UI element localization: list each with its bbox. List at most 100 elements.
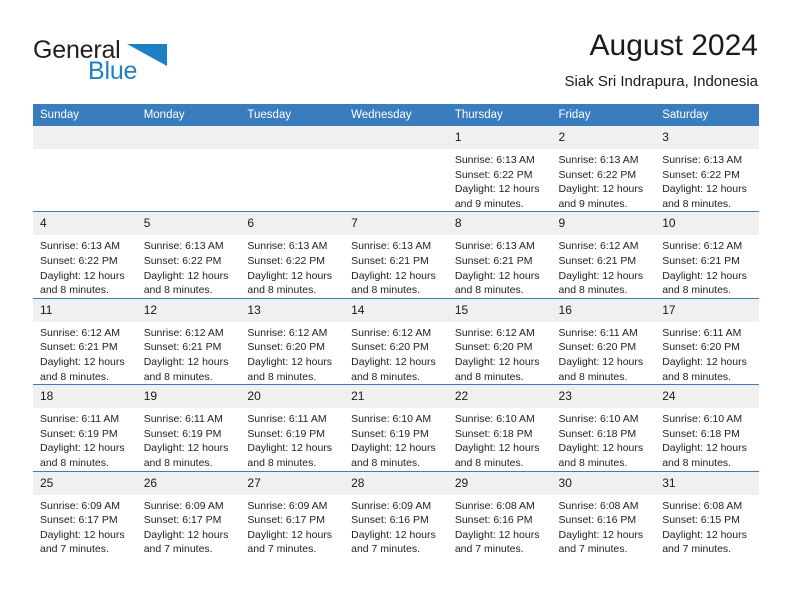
- day-details: Sunrise: 6:12 AM Sunset: 6:21 PM Daylight:…: [552, 235, 656, 297]
- day-detail-line: Sunrise: 6:08 AM: [454, 499, 535, 512]
- day-detail-line: Sunrise: 6:12 AM: [662, 240, 743, 253]
- day-detail-line: and 7 minutes.: [662, 543, 732, 556]
- day-details: Sunrise: 6:11 AM Sunset: 6:20 PM Daylight:…: [552, 322, 656, 384]
- day-detail-line: Daylight: 12 hours: [454, 528, 540, 541]
- day-details: Sunrise: 6:13 AM Sunset: 6:22 PM Daylight:…: [137, 235, 241, 297]
- calendar-day-cell[interactable]: 2 Sunrise: 6:13 AM Sunset: 6:22 PM Daylight…: [551, 126, 656, 212]
- day-number: [344, 126, 448, 149]
- calendar-day-cell[interactable]: 29 Sunrise: 6:08 AM Sunset: 6:16 PM Dayligh…: [447, 470, 552, 557]
- calendar-day-cell[interactable]: 20 Sunrise: 6:11 AM Sunset: 6:19 PM Dayligh…: [240, 384, 345, 471]
- day-details: Sunrise: 6:10 AM Sunset: 6:18 PM Daylight:…: [552, 408, 656, 470]
- calendar-day-cell[interactable]: 3 Sunrise: 6:13 AM Sunset: 6:22 PM Daylight…: [655, 126, 759, 212]
- weekday-header-sunday: Sunday: [33, 104, 137, 126]
- calendar-day-cell[interactable]: 26 Sunrise: 6:09 AM Sunset: 6:17 PM Dayligh…: [136, 470, 241, 557]
- calendar-day-cell[interactable]: 15 Sunrise: 6:12 AM Sunset: 6:20 PM Dayligh…: [447, 297, 552, 385]
- calendar-day-cell[interactable]: 8 Sunrise: 6:13 AM Sunset: 6:21 PM Daylight…: [447, 211, 552, 299]
- day-details: Sunrise: 6:09 AM Sunset: 6:17 PM Daylight:…: [240, 495, 344, 557]
- day-detail-line: Sunset: 6:19 PM: [40, 427, 118, 440]
- day-detail-line: Sunrise: 6:11 AM: [247, 413, 327, 426]
- day-detail-line: and 8 minutes.: [351, 456, 420, 469]
- day-number: 6: [240, 212, 345, 236]
- day-detail-line: and 7 minutes.: [454, 543, 524, 556]
- day-detail-line: and 7 minutes.: [351, 543, 420, 556]
- day-number: 30: [551, 471, 656, 495]
- day-details: Sunrise: 6:11 AM Sunset: 6:19 PM Daylight:…: [33, 408, 137, 470]
- title-block: August 2024 Siak Sri Indrapura, Indonesi…: [565, 28, 758, 91]
- day-detail-line: Sunrise: 6:13 AM: [247, 240, 328, 253]
- calendar-day-cell[interactable]: 14 Sunrise: 6:12 AM Sunset: 6:20 PM Dayligh…: [344, 297, 448, 385]
- day-detail-line: Sunrise: 6:08 AM: [558, 499, 639, 512]
- day-details: [137, 149, 241, 153]
- calendar-day-cell[interactable]: 6 Sunrise: 6:13 AM Sunset: 6:22 PM Daylight…: [240, 211, 345, 299]
- calendar-day-cell[interactable]: 11 Sunrise: 6:12 AM Sunset: 6:21 PM Dayligh…: [33, 297, 137, 385]
- calendar-day-cell[interactable]: 18 Sunrise: 6:11 AM Sunset: 6:19 PM Dayligh…: [33, 384, 137, 471]
- calendar-day-cell[interactable]: 13 Sunrise: 6:12 AM Sunset: 6:20 PM Dayligh…: [240, 297, 345, 385]
- weekday-header-wednesday: Wednesday: [344, 104, 448, 126]
- day-detail-line: Sunset: 6:16 PM: [351, 514, 429, 527]
- day-detail-line: Daylight: 12 hours: [351, 355, 436, 368]
- day-number: 17: [655, 298, 759, 322]
- day-detail-line: and 7 minutes.: [247, 543, 317, 556]
- day-detail-line: Daylight: 12 hours: [558, 442, 644, 455]
- day-number: 29: [447, 471, 552, 495]
- day-detail-line: Sunrise: 6:13 AM: [558, 154, 639, 166]
- calendar-day-cell[interactable]: 19 Sunrise: 6:11 AM Sunset: 6:19 PM Dayligh…: [136, 384, 241, 471]
- calendar-day-cell[interactable]: 4 Sunrise: 6:13 AM Sunset: 6:22 PM Daylight…: [33, 211, 137, 299]
- day-details: [33, 149, 137, 153]
- day-number: 27: [240, 471, 345, 495]
- day-detail-line: Daylight: 12 hours: [247, 269, 333, 282]
- weekday-header-monday: Monday: [136, 104, 241, 126]
- day-details: Sunrise: 6:10 AM Sunset: 6:18 PM Daylight:…: [448, 408, 552, 470]
- general-blue-logo[interactable]: General Blue: [33, 36, 213, 92]
- calendar-day-cell[interactable]: 27 Sunrise: 6:09 AM Sunset: 6:17 PM Dayligh…: [240, 470, 345, 557]
- day-detail-line: Daylight: 12 hours: [40, 269, 125, 282]
- day-detail-line: Daylight: 12 hours: [143, 269, 229, 282]
- day-detail-line: Sunrise: 6:10 AM: [454, 413, 535, 426]
- day-number: 24: [655, 385, 759, 409]
- calendar-day-cell[interactable]: 22 Sunrise: 6:10 AM Sunset: 6:18 PM Dayligh…: [447, 384, 552, 471]
- day-detail-line: Sunrise: 6:13 AM: [454, 240, 535, 253]
- day-detail-line: Sunrise: 6:09 AM: [40, 499, 120, 512]
- calendar-day-cell[interactable]: 7 Sunrise: 6:13 AM Sunset: 6:21 PM Daylight…: [344, 211, 448, 299]
- day-number: 3: [655, 126, 759, 149]
- calendar-day-cell[interactable]: 23 Sunrise: 6:10 AM Sunset: 6:18 PM Dayligh…: [551, 384, 656, 471]
- day-number: 31: [655, 471, 759, 495]
- calendar-week-row: 18 Sunrise: 6:11 AM Sunset: 6:19 PM Dayligh…: [33, 384, 759, 471]
- day-detail-line: Sunrise: 6:13 AM: [143, 240, 224, 253]
- day-detail-line: Sunset: 6:20 PM: [351, 341, 429, 354]
- calendar-day-cell[interactable]: 24 Sunrise: 6:10 AM Sunset: 6:18 PM Dayligh…: [655, 384, 759, 471]
- calendar-day-cell[interactable]: 10 Sunrise: 6:12 AM Sunset: 6:21 PM Dayligh…: [655, 211, 759, 299]
- calendar-day-cell[interactable]: 21 Sunrise: 6:10 AM Sunset: 6:19 PM Dayligh…: [344, 384, 448, 471]
- day-detail-line: and 7 minutes.: [558, 543, 628, 556]
- day-details: Sunrise: 6:08 AM Sunset: 6:16 PM Daylight:…: [448, 495, 552, 557]
- day-details: [344, 149, 448, 153]
- day-details: Sunrise: 6:09 AM Sunset: 6:17 PM Daylight:…: [137, 495, 241, 557]
- calendar-day-cell[interactable]: 5 Sunrise: 6:13 AM Sunset: 6:22 PM Daylight…: [136, 211, 241, 299]
- day-detail-line: Sunset: 6:19 PM: [143, 427, 222, 440]
- calendar-day-cell[interactable]: 25 Sunrise: 6:09 AM Sunset: 6:17 PM Dayligh…: [33, 470, 137, 557]
- calendar-day-cell[interactable]: 9 Sunrise: 6:12 AM Sunset: 6:21 PM Daylight…: [551, 211, 656, 299]
- day-number: 22: [447, 385, 552, 409]
- day-number: 23: [551, 385, 656, 409]
- day-detail-line: Daylight: 12 hours: [143, 355, 229, 368]
- calendar-day-cell[interactable]: 1 Sunrise: 6:13 AM Sunset: 6:22 PM Daylight…: [447, 126, 552, 212]
- day-detail-line: Sunrise: 6:12 AM: [247, 326, 328, 339]
- day-details: Sunrise: 6:12 AM Sunset: 6:21 PM Daylight:…: [655, 235, 759, 297]
- calendar-day-cell[interactable]: 12 Sunrise: 6:12 AM Sunset: 6:21 PM Dayligh…: [136, 297, 241, 385]
- calendar-day-cell[interactable]: 28 Sunrise: 6:09 AM Sunset: 6:16 PM Dayligh…: [344, 470, 448, 557]
- day-detail-line: and 8 minutes.: [662, 197, 732, 210]
- day-detail-line: Daylight: 12 hours: [351, 528, 436, 541]
- day-detail-line: Sunset: 6:22 PM: [454, 168, 533, 181]
- page-title: August 2024: [589, 29, 758, 62]
- day-number: 13: [240, 298, 345, 322]
- calendar-body: 1 Sunrise: 6:13 AM Sunset: 6:22 PM Daylight…: [33, 126, 759, 557]
- day-detail-line: Sunset: 6:20 PM: [454, 341, 533, 354]
- calendar-day-cell[interactable]: 16 Sunrise: 6:11 AM Sunset: 6:20 PM Dayligh…: [551, 297, 656, 385]
- calendar-day-cell[interactable]: 31 Sunrise: 6:08 AM Sunset: 6:15 PM Dayligh…: [655, 470, 759, 557]
- calendar-day-cell[interactable]: 30 Sunrise: 6:08 AM Sunset: 6:16 PM Dayligh…: [551, 470, 656, 557]
- day-number: 7: [344, 212, 448, 236]
- day-detail-line: and 8 minutes.: [247, 370, 317, 383]
- day-number: 20: [240, 385, 345, 409]
- day-detail-line: Daylight: 12 hours: [247, 528, 333, 541]
- calendar-day-cell[interactable]: 17 Sunrise: 6:11 AM Sunset: 6:20 PM Dayligh…: [655, 297, 759, 385]
